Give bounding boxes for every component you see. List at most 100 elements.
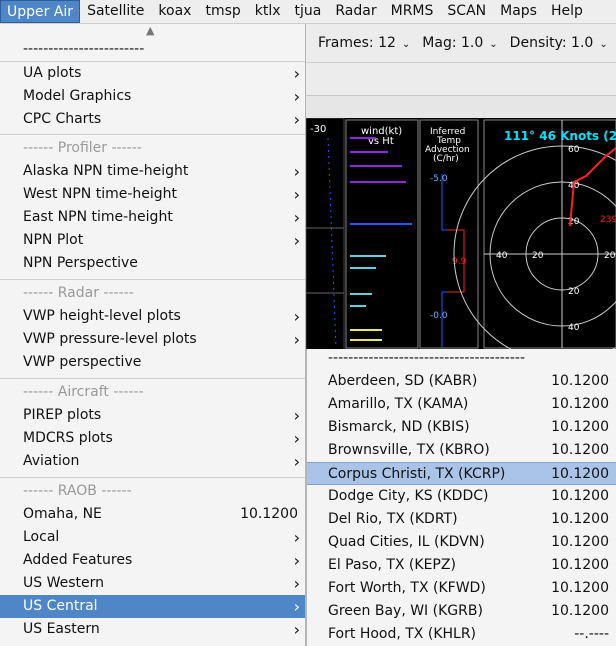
mag-dropdown[interactable]: Mag: 1.0 ⌄ [422, 35, 497, 51]
hodo-tick: 40 [568, 323, 580, 333]
chevron-right-icon: › [293, 64, 300, 83]
menu-item-npn-perspective[interactable]: NPN Perspective [0, 252, 305, 275]
chevron-up-icon[interactable]: ▲ [146, 24, 154, 37]
toolbar-row-2 [306, 63, 616, 96]
separator [0, 378, 305, 379]
menu-item-label: NPN Plot [23, 232, 84, 248]
menu-item-label: Model Graphics [23, 88, 132, 104]
us-central-submenu: --------------------------------------- … [306, 349, 616, 646]
frames-dropdown[interactable]: Frames: 12 ⌄ [318, 35, 410, 51]
menu-radar[interactable]: Radar [328, 0, 383, 23]
aircraft-header: ------ Aircraft ------ [23, 384, 144, 400]
chevron-right-icon: › [293, 551, 300, 570]
menu-item-label: VWP perspective [23, 354, 142, 370]
station-label: Dodge City, KS (KDDC) [328, 488, 489, 504]
menu-item-east-npn[interactable]: East NPN time-height › [0, 206, 305, 229]
station-item[interactable]: Quad Cities, IL (KDVN) 10.1200 [307, 531, 616, 554]
hodo-tick: 20 [604, 251, 616, 261]
menu-upper-air[interactable]: Upper Air [0, 0, 81, 23]
menu-item-pirep[interactable]: PIREP plots › [0, 404, 305, 427]
menu-satellite[interactable]: Satellite [80, 0, 151, 23]
station-item[interactable]: Del Rio, TX (KDRT) 10.1200 [307, 508, 616, 531]
sounding-graphics: -30 wind(kt) vs Ht Inferred Temp Advecti… [306, 118, 616, 350]
menu-tmsp[interactable]: tmsp [198, 0, 247, 23]
menu-item-label: NPN Perspective [23, 255, 138, 271]
menu-tjua[interactable]: tjua [288, 0, 329, 23]
hodo-tick: 20 [568, 287, 580, 297]
station-value: 10.1200 [551, 396, 609, 412]
density-label: Density: 1.0 [509, 35, 594, 51]
density-dropdown[interactable]: Density: 1.0 ⌄ [510, 35, 608, 51]
menu-item-vwp-perspective[interactable]: VWP perspective [0, 351, 305, 374]
menu-help[interactable]: Help [544, 0, 590, 23]
adv-value-3: -0.0 [430, 311, 448, 321]
separator [0, 279, 305, 280]
menu-item-label: MDCRS plots [23, 430, 113, 446]
chevron-right-icon: › [293, 208, 300, 227]
hodograph-label: 111° 46 Knots (2 [504, 129, 616, 143]
left-tick-label: -30 [310, 124, 326, 135]
menu-item-npn-plot[interactable]: NPN Plot › [0, 229, 305, 252]
chevron-right-icon: › [293, 110, 300, 129]
menu-mrms[interactable]: MRMS [384, 0, 441, 23]
menu-item-label: VWP height-level plots [23, 308, 181, 324]
menu-item-vwp-height[interactable]: VWP height-level plots › [0, 305, 305, 328]
menu-item-us-eastern[interactable]: US Eastern › [0, 618, 305, 641]
station-value: 10.1200 [551, 442, 609, 458]
station-item[interactable]: Fort Worth, TX (KFWD) 10.1200 [307, 577, 616, 600]
separator [0, 134, 305, 135]
station-item[interactable]: Dodge City, KS (KDDC) 10.1200 [307, 485, 616, 508]
menu-item-label: Omaha, NE [23, 506, 102, 522]
station-item[interactable]: Aberdeen, SD (KABR) 10.1200 [307, 370, 616, 393]
menu-item-us-central[interactable]: US Central › [0, 595, 305, 618]
menu-item-aviation[interactable]: Aviation › [0, 450, 305, 473]
menu-item-mdcrs[interactable]: MDCRS plots › [0, 427, 305, 450]
chevron-right-icon: › [293, 406, 300, 425]
menu-item-label: West NPN time-height [23, 186, 178, 202]
menu-maps[interactable]: Maps [493, 0, 544, 23]
sounding-display[interactable]: -30 wind(kt) vs Ht Inferred Temp Advecti… [306, 118, 616, 350]
adv-title-4: (C/hr) [433, 154, 459, 164]
chevron-down-icon: ⌄ [489, 39, 498, 50]
menu-item-label: US Central [23, 598, 98, 614]
station-value: --.---- [574, 626, 609, 642]
station-value: 10.1200 [551, 603, 609, 619]
menu-item-label: VWP pressure-level plots [23, 331, 197, 347]
menu-item-model-graphics[interactable]: Model Graphics › [0, 85, 305, 108]
chevron-right-icon: › [293, 574, 300, 593]
station-value: 10.1200 [551, 373, 609, 389]
station-item-selected[interactable]: Corpus Christi, TX (KCRP) 10.1200 [307, 462, 616, 485]
menu-scan[interactable]: SCAN [440, 0, 493, 23]
display-toolbar: Frames: 12 ⌄ Mag: 1.0 ⌄ Density: 1.0 ⌄ [306, 24, 616, 63]
station-item[interactable]: Fort Hood, TX (KHLR) --.---- [307, 623, 616, 646]
station-label: Amarillo, TX (KAMA) [328, 396, 469, 412]
station-value: 10.1200 [551, 534, 609, 550]
station-item[interactable]: El Paso, TX (KEPZ) 10.1200 [307, 554, 616, 577]
menu-item-label: PIREP plots [23, 407, 102, 423]
station-item[interactable]: Brownsville, TX (KBRO) 10.1200 [307, 439, 616, 462]
station-label: Aberdeen, SD (KABR) [328, 373, 478, 389]
hodo-tick-red: 239 [600, 215, 616, 225]
station-label: Brownsville, TX (KBRO) [328, 442, 490, 458]
menu-ktlx[interactable]: ktlx [248, 0, 288, 23]
menu-item-us-western[interactable]: US Western › [0, 572, 305, 595]
menu-item-cpc-charts[interactable]: CPC Charts › [0, 108, 305, 131]
station-label: El Paso, TX (KEPZ) [328, 557, 456, 573]
menu-item-vwp-pressure[interactable]: VWP pressure-level plots › [0, 328, 305, 351]
chevron-right-icon: › [293, 185, 300, 204]
station-item[interactable]: Bismarck, ND (KBIS) 10.1200 [307, 416, 616, 439]
station-item[interactable]: Green Bay, WI (KGRB) 10.1200 [307, 600, 616, 623]
station-value: 10.1200 [551, 466, 609, 482]
menu-item-local[interactable]: Local › [0, 526, 305, 549]
toolbar-row-3 [306, 96, 616, 118]
menu-item-added-features[interactable]: Added Features › [0, 549, 305, 572]
menu-item-label: Aviation [23, 453, 80, 469]
menu-koax[interactable]: koax [151, 0, 198, 23]
separator [0, 477, 305, 478]
station-label: Green Bay, WI (KGRB) [328, 603, 483, 619]
menu-item-omaha[interactable]: Omaha, NE 10.1200 [0, 503, 305, 526]
menu-item-ua-plots[interactable]: UA plots › [0, 62, 305, 85]
station-item[interactable]: Amarillo, TX (KAMA) 10.1200 [307, 393, 616, 416]
menu-item-west-npn[interactable]: West NPN time-height › [0, 183, 305, 206]
menu-item-alaska-npn[interactable]: Alaska NPN time-height › [0, 160, 305, 183]
